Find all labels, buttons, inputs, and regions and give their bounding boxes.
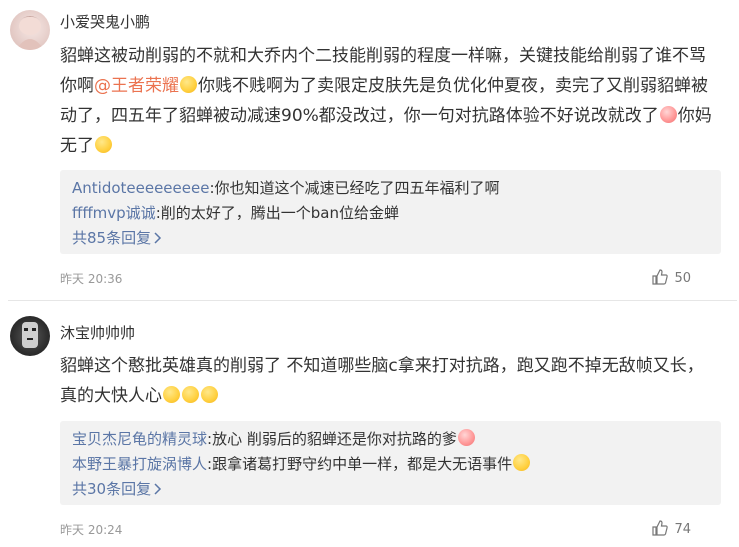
smirk-emoji-icon [163, 386, 180, 403]
divider [8, 300, 737, 301]
more-replies-link[interactable]: 共30条回复 [72, 477, 709, 502]
avatar[interactable] [10, 10, 50, 50]
reply-username[interactable]: ffffmvp诚诚 [72, 204, 156, 222]
chevron-right-icon [154, 483, 162, 495]
reply-username[interactable]: 宝贝杰尼龟的精灵球 [72, 430, 207, 448]
username[interactable]: 小爱哭鬼小鹏 [60, 11, 150, 32]
tongue-emoji-icon [659, 106, 677, 123]
thumbs-up-icon [652, 520, 669, 536]
facepalm-emoji-icon [95, 136, 112, 153]
comment-text: 貂蝉这个憨批英雄真的削弱了 不知道哪些脑c拿来打对抗路，跑又跑不掉无敌帧又长， … [60, 351, 720, 411]
reply-text: :你也知道这个减速已经吃了四五年福利了啊 [209, 179, 500, 197]
comment-text: 貂蝉这被动削弱的不就和大乔内个二技能削弱的程度一样嘛，关键技能给削弱了谁不骂你啊… [60, 41, 720, 161]
like-count: 74 [674, 522, 691, 537]
replies-box: Antidoteeeeeeeee:你也知道这个减速已经吃了四五年福利了啊 fff… [60, 170, 721, 254]
comment-text-part: 貂蝉这个憨批英雄真的削弱了 不知道哪些脑c拿来打对抗路，跑又跑不掉无敌帧又长， … [60, 356, 704, 406]
like-count: 50 [674, 271, 691, 286]
avatar[interactable] [10, 316, 50, 356]
reply-username[interactable]: Antidoteeeeeeeee [72, 179, 209, 197]
smirk-emoji-icon [201, 386, 218, 403]
grin-emoji-icon [180, 76, 197, 93]
kiss-emoji-icon [457, 429, 475, 446]
replies-box: 宝贝杰尼龟的精灵球:放心 削弱后的貂蝉还是你对抗路的爹 本野王暴打旋涡博人:跟拿… [60, 421, 721, 505]
timestamp: 昨天 20:24 [60, 523, 123, 537]
chevron-right-icon [154, 232, 162, 244]
reply-text: :放心 削弱后的貂蝉还是你对抗路的爹 [207, 430, 457, 448]
like-button[interactable]: 74 [652, 520, 691, 537]
more-replies-link[interactable]: 共85条回复 [72, 226, 709, 251]
reply-username[interactable]: 本野王暴打旋涡博人 [72, 455, 207, 473]
reply-item: 本野王暴打旋涡博人:跟拿诸葛打野守约中单一样，都是大无语事件 [72, 452, 709, 477]
reply-item: 宝贝杰尼龟的精灵球:放心 削弱后的貂蝉还是你对抗路的爹 [72, 427, 709, 452]
smile-emoji-icon [513, 454, 531, 471]
like-button[interactable]: 50 [652, 269, 691, 286]
more-replies-label: 共30条回复 [72, 480, 152, 498]
smirk-emoji-icon [182, 386, 199, 403]
more-replies-label: 共85条回复 [72, 229, 152, 247]
reply-text: :削的太好了，腾出一个ban位给金蝉 [155, 204, 399, 222]
reply-item: ffffmvp诚诚:削的太好了，腾出一个ban位给金蝉 [72, 201, 709, 226]
reply-text: :跟拿诸葛打野守约中单一样，都是大无语事件 [207, 455, 513, 473]
reply-item: Antidoteeeeeeeee:你也知道这个减速已经吃了四五年福利了啊 [72, 176, 709, 201]
username[interactable]: 沐宝帅帅帅 [60, 322, 135, 343]
timestamp: 昨天 20:36 [60, 272, 123, 286]
mention-link[interactable]: @王者荣耀 [94, 76, 179, 96]
thumbs-up-icon [652, 269, 669, 285]
